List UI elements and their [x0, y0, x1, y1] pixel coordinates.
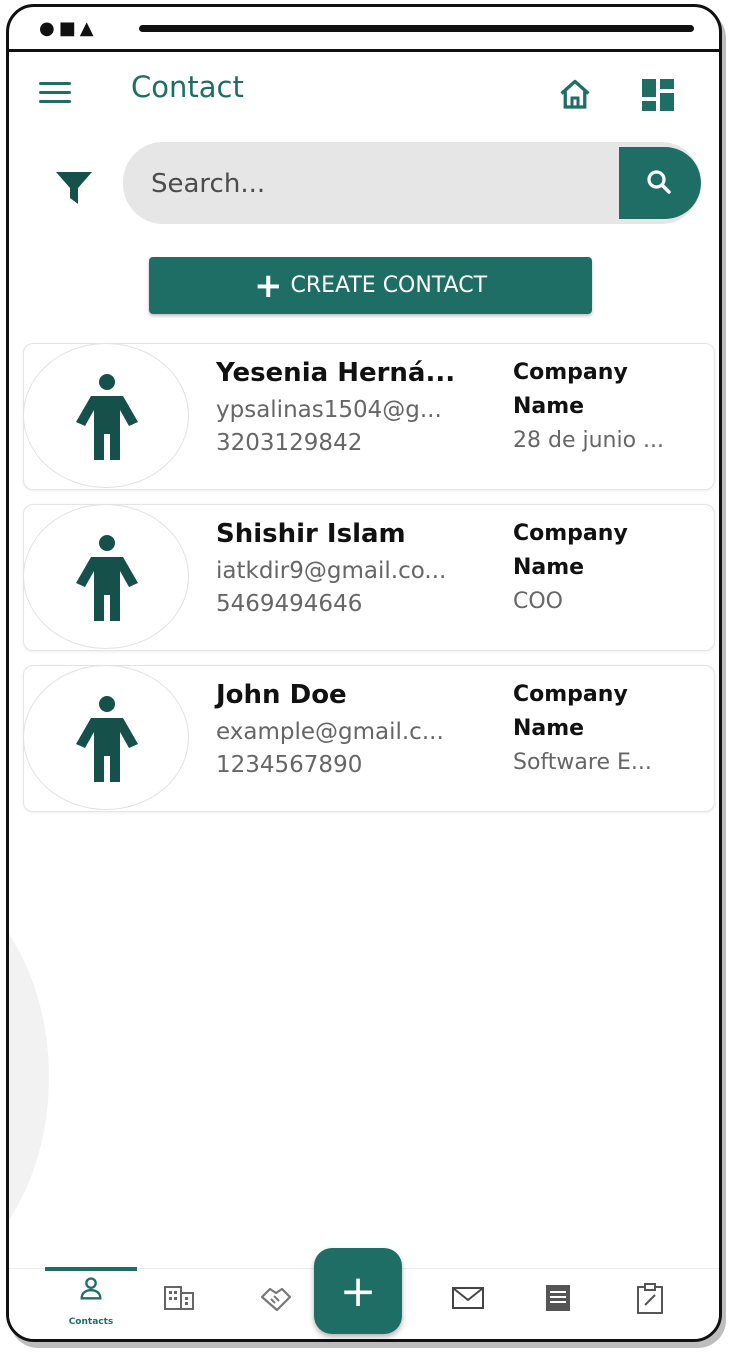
search-icon	[647, 170, 671, 194]
contact-card[interactable]: Shishir Islam iatkdir9@gmail.co... 54694…	[23, 504, 715, 651]
menu-icon[interactable]	[39, 82, 71, 106]
nav-mail[interactable]	[437, 1269, 497, 1339]
handshake-icon	[260, 1287, 292, 1312]
company-value: COO	[513, 589, 563, 614]
person-icon	[76, 535, 138, 621]
contact-phone: 1234567890	[216, 752, 363, 778]
dashboard-icon[interactable]	[642, 79, 674, 111]
person-icon	[76, 696, 138, 782]
contact-phone: 5469494646	[216, 591, 363, 617]
company-label: Company Name	[513, 360, 628, 419]
page-title: Contact	[131, 70, 244, 104]
company-value: Software E...	[513, 750, 652, 775]
contact-card[interactable]: Yesenia Herná... ypsalinas1504@g... 3203…	[23, 343, 715, 490]
search-button[interactable]	[619, 147, 701, 219]
company-value: 28 de junio ...	[513, 428, 665, 453]
avatar	[23, 665, 189, 810]
document-icon	[546, 1285, 570, 1311]
search-bar	[123, 142, 701, 224]
person-icon	[76, 374, 138, 460]
nav-documents[interactable]	[529, 1269, 589, 1339]
contact-email: ypsalinas1504@g...	[216, 397, 442, 423]
phone-frame: ●■▲ Contact + CREATE CONTACT Yesenia Her…	[6, 4, 722, 1342]
home-icon[interactable]	[557, 77, 593, 113]
nav-deals[interactable]	[245, 1269, 305, 1339]
clipboard-icon	[637, 1283, 663, 1314]
filter-icon[interactable]	[54, 170, 94, 206]
active-tab-indicator	[45, 1267, 137, 1271]
status-icons: ●■▲	[39, 18, 98, 39]
app-bar: Contact	[9, 52, 719, 132]
avatar	[23, 343, 189, 488]
nav-contacts[interactable]: Contacts	[45, 1267, 137, 1339]
contact-name: John Doe	[216, 680, 347, 710]
background-decoration	[9, 867, 49, 1287]
company-label: Company Name	[513, 521, 628, 580]
nav-tasks[interactable]	[621, 1269, 681, 1339]
nav-contacts-label: Contacts	[68, 1317, 114, 1327]
create-contact-label: CREATE CONTACT	[290, 273, 488, 298]
search-input[interactable]	[149, 142, 593, 224]
contacts-icon	[80, 1277, 102, 1300]
company-label: Company Name	[513, 682, 628, 741]
contact-name: Shishir Islam	[216, 519, 406, 549]
plus-icon: +	[253, 265, 283, 306]
add-fab-button[interactable]: +	[314, 1248, 402, 1334]
mail-icon	[452, 1287, 484, 1309]
nav-companies[interactable]	[149, 1269, 209, 1339]
contact-card[interactable]: John Doe example@gmail.c... 1234567890 C…	[23, 665, 715, 812]
building-icon	[164, 1286, 194, 1310]
contact-email: example@gmail.c...	[216, 719, 444, 745]
contact-phone: 3203129842	[216, 430, 363, 456]
contact-name: Yesenia Herná...	[216, 358, 456, 388]
avatar	[23, 504, 189, 649]
status-bar: ●■▲	[9, 7, 719, 52]
contact-email: iatkdir9@gmail.co...	[216, 558, 447, 584]
create-contact-button[interactable]: + CREATE CONTACT	[149, 257, 592, 314]
status-line	[139, 25, 694, 32]
